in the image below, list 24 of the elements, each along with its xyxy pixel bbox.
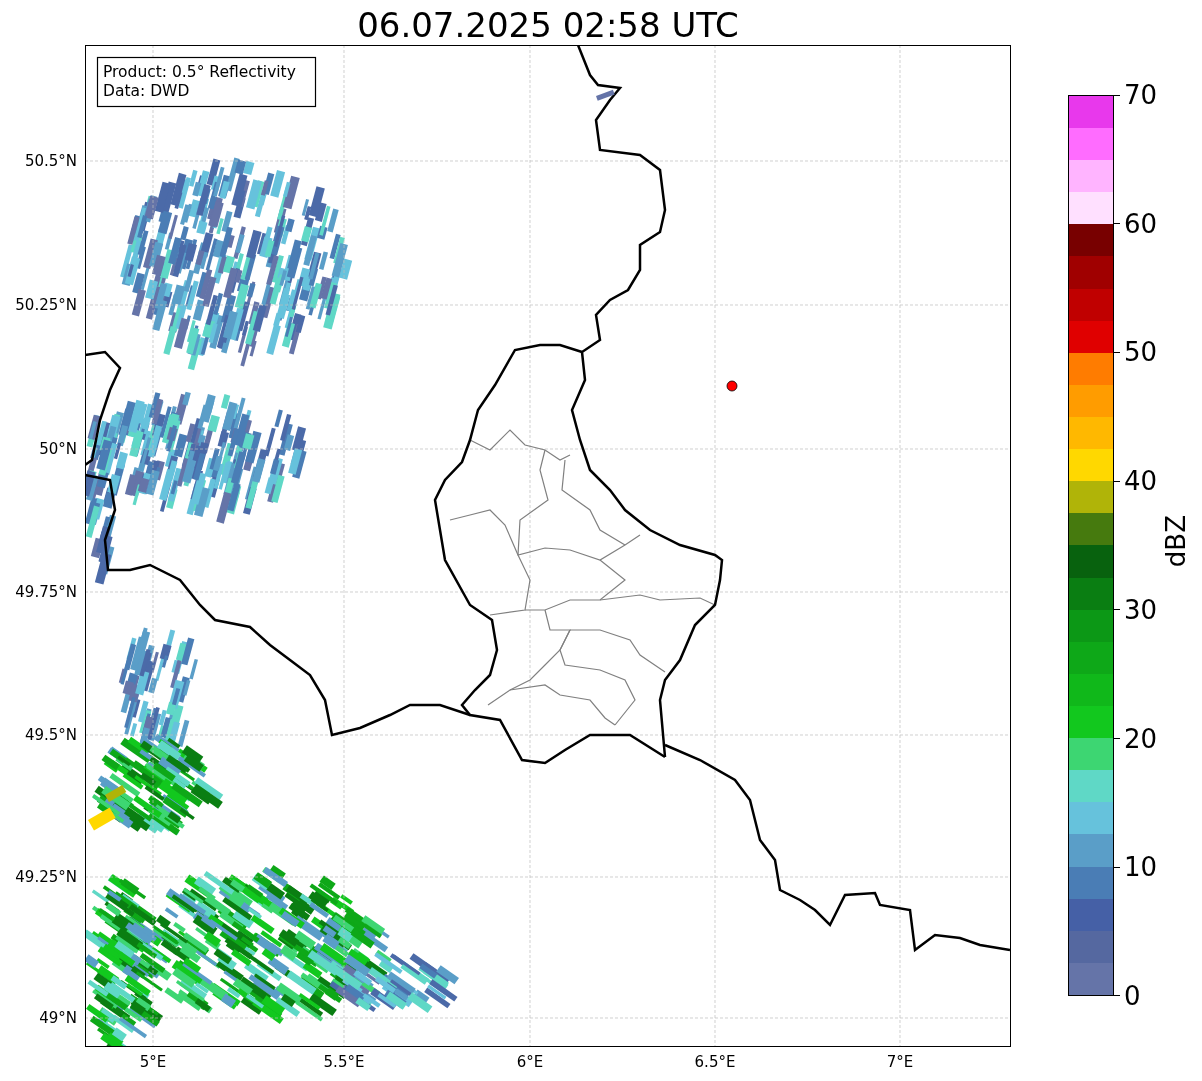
annotation-text: Product: 0.5° Reflectivity <box>103 63 296 81</box>
longitude-tick-label: 6.5°E <box>694 1053 736 1071</box>
colorbar-tick-label: 0 <box>1124 980 1141 1011</box>
colorbar-tick-label: 20 <box>1124 723 1158 754</box>
latitude-tick-label: 49.25°N <box>15 868 77 886</box>
longitude-tick-label: 7°E <box>886 1053 914 1071</box>
colorbar-tick-label: 50 <box>1124 337 1158 368</box>
latitude-tick-label: 50.25°N <box>15 296 77 314</box>
annotation-text: Data: DWD <box>103 82 190 100</box>
chart-title: 06.07.2025 02:58 UTC <box>357 5 739 45</box>
colorbar-tick-label: 60 <box>1124 208 1158 239</box>
longitude-tick-label: 6°E <box>516 1053 544 1071</box>
colorbar-tick-label: 70 <box>1124 80 1158 110</box>
longitude-tick-label: 5.5°E <box>323 1053 365 1071</box>
latitude-tick-label: 49.5°N <box>24 726 77 744</box>
latitude-tick-label: 49.75°N <box>15 583 77 601</box>
colorbar-tick-label: 10 <box>1124 852 1158 883</box>
longitude-tick-label: 5°E <box>139 1053 167 1071</box>
latitude-tick-label: 50°N <box>39 440 77 458</box>
latitude-tick-label: 50.5°N <box>24 152 77 170</box>
latitude-tick-label: 49°N <box>39 1009 77 1027</box>
colorbar-tick-label: 30 <box>1124 594 1158 625</box>
colorbar-label: dBZ <box>1161 515 1192 568</box>
colorbar-tick-label: 40 <box>1124 466 1158 497</box>
